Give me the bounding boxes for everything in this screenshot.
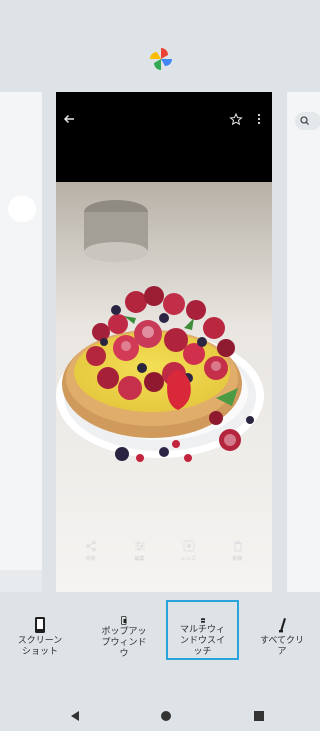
recents-icon[interactable] [254, 711, 264, 721]
trash-icon [233, 541, 242, 552]
screenshot-option[interactable]: スクリーン ショット [6, 600, 74, 660]
multi-window-switch-label: マルチウィ ンドウスイ ッチ [179, 625, 225, 657]
share-icon [85, 540, 96, 552]
google-photos-app-icon[interactable] [146, 44, 176, 74]
home-icon[interactable] [161, 711, 171, 721]
popup-window-option[interactable]: ポップアッ プウィンドウ [90, 600, 158, 660]
more-vert-icon[interactable] [257, 113, 261, 125]
recent-app-card-photos[interactable]: 共有 編集 レンズ 削除 [56, 92, 272, 592]
lens-icon [183, 540, 194, 552]
share-action[interactable]: 共有 [71, 512, 111, 592]
google-photos-icon [150, 48, 172, 70]
left-card-element [8, 196, 36, 222]
recents-options-bar: スクリーン ショット ポップアッ プウィンドウ マルチウィ ンドウスイ ッチ すべてクリ… [0, 600, 320, 664]
share-label: 共有 [85, 556, 96, 562]
photo-top-bar [56, 92, 272, 182]
clear-all-option[interactable]: すべてクリア [248, 600, 316, 660]
photo-action-bar: 共有 編集 レンズ 削除 [56, 512, 272, 592]
back-arrow-icon[interactable] [63, 114, 74, 124]
popup-window-label: ポップアッ プウィンドウ [101, 627, 147, 659]
system-nav-bar [0, 700, 320, 727]
lens-label: レンズ [181, 556, 196, 562]
popup-window-icon [121, 616, 127, 625]
clear-all-icon [279, 618, 286, 633]
screenshot-icon [35, 617, 45, 633]
recent-app-card-right[interactable] [287, 92, 320, 592]
multi-window-icon [200, 618, 205, 623]
delete-label: 削除 [232, 556, 243, 562]
lens-action[interactable]: レンズ [169, 512, 209, 592]
edit-sliders-icon [134, 541, 145, 551]
multi-window-switch-option[interactable]: マルチウィ ンドウスイ ッチ [166, 600, 239, 660]
star-icon[interactable] [229, 112, 243, 126]
search-icon [300, 116, 309, 125]
right-card-search-bar [295, 112, 320, 130]
recent-app-card-left[interactable] [0, 92, 42, 592]
clear-all-label: すべてクリア [259, 636, 304, 657]
edit-action[interactable]: 編集 [120, 512, 160, 592]
edit-label: 編集 [134, 556, 145, 562]
back-icon[interactable] [71, 711, 79, 721]
screenshot-label: スクリーン ショット [17, 636, 63, 657]
left-card-bottom [0, 570, 42, 592]
delete-action[interactable]: 削除 [218, 512, 258, 592]
